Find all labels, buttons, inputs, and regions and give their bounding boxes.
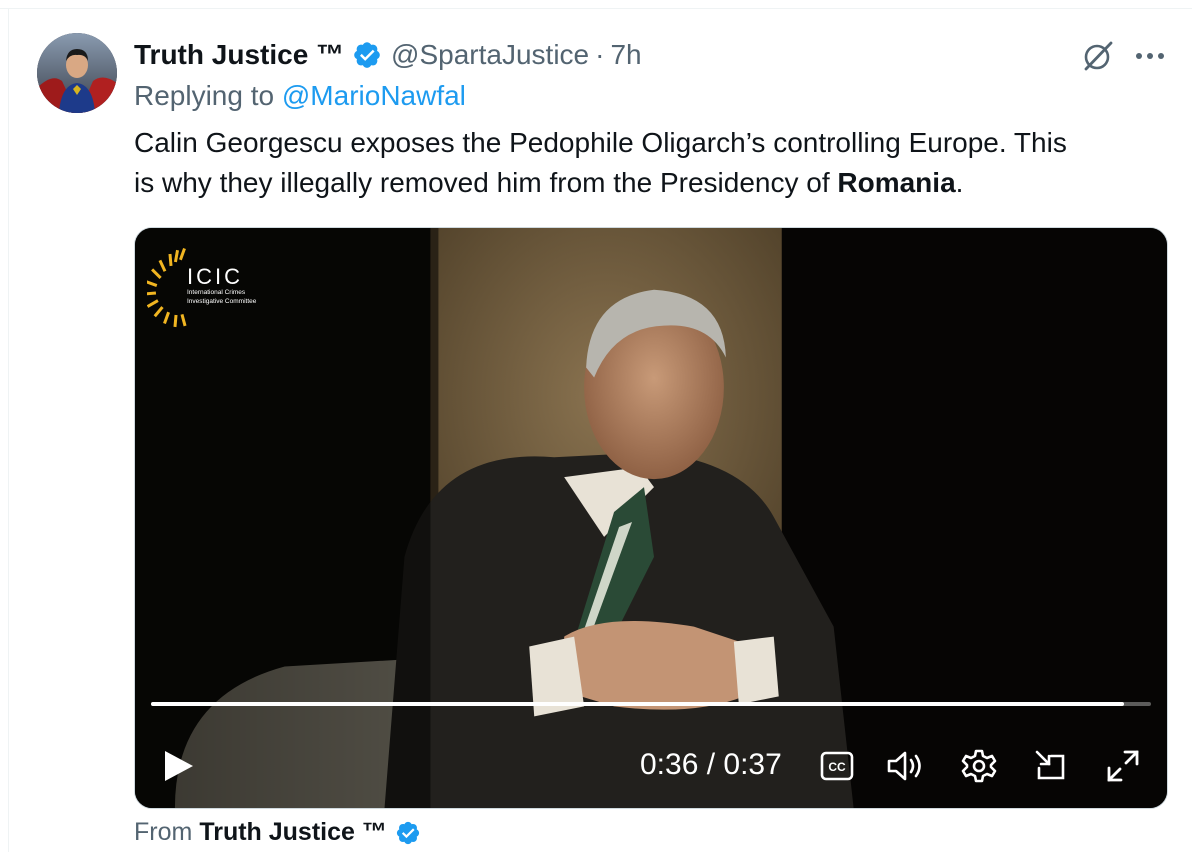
display-name[interactable]: Truth Justice ™ — [134, 39, 344, 71]
video-player[interactable]: ICIC International Crimes Investigative … — [134, 227, 1168, 809]
progress-bar[interactable] — [151, 702, 1151, 706]
verified-badge-icon[interactable] — [352, 40, 382, 70]
volume-icon[interactable] — [885, 746, 925, 786]
fullscreen-icon[interactable] — [1103, 746, 1143, 786]
separator-dot: · — [595, 39, 605, 70]
tweet-text-end: . — [955, 167, 964, 198]
video-controls: 0:36 / 0:37 CC — [135, 734, 1167, 794]
icic-logo: ICIC International Crimes Investigative … — [143, 246, 307, 330]
handle[interactable]: @SpartaJustice — [391, 39, 589, 71]
replying-prefix: Replying to — [134, 80, 282, 111]
tweet-text: Calin Georgescu exposes the Pedophile Ol… — [134, 123, 1164, 203]
verified-badge-icon[interactable] — [395, 820, 421, 846]
closed-captions-icon[interactable]: CC — [817, 746, 857, 786]
picture-in-picture-icon[interactable] — [1031, 746, 1071, 786]
more-horizontal-icon[interactable] — [1130, 38, 1170, 74]
current-time: 0:36 — [640, 748, 699, 781]
icic-logo-text: ICIC — [187, 264, 243, 289]
replying-to-link[interactable]: @MarioNawfal — [282, 80, 466, 111]
timecode: 0:36 / 0:37 — [640, 748, 782, 782]
tweet-text-bold: Romania — [837, 167, 956, 198]
grok-slash-circle-icon[interactable] — [1080, 38, 1116, 74]
gear-icon[interactable] — [959, 746, 999, 786]
timestamp[interactable]: 7h — [610, 39, 641, 71]
replying-to: Replying to @MarioNawfal — [134, 80, 466, 112]
left-divider — [8, 8, 9, 852]
top-divider — [0, 8, 1192, 9]
from-name[interactable]: Truth Justice ™ — [199, 818, 387, 847]
avatar[interactable] — [37, 33, 117, 113]
duration: 0:37 — [723, 748, 782, 781]
icic-logo-sub1: International Crimes — [187, 289, 246, 296]
time-separator: / — [698, 748, 724, 781]
cc-label: CC — [828, 760, 846, 774]
video-source: From Truth Justice ™ — [134, 818, 421, 847]
tweet-text-line2: is why they illegally removed him from t… — [134, 167, 838, 198]
progress-fill — [151, 702, 1124, 706]
from-label: From — [134, 818, 193, 846]
play-icon[interactable] — [161, 748, 197, 784]
tweet-header: Truth Justice ™ @SpartaJustice · 7h — [134, 36, 642, 74]
tweet-text-line1: Calin Georgescu exposes the Pedophile Ol… — [134, 127, 1067, 158]
icic-logo-sub2: Investigative Committee — [187, 298, 257, 305]
